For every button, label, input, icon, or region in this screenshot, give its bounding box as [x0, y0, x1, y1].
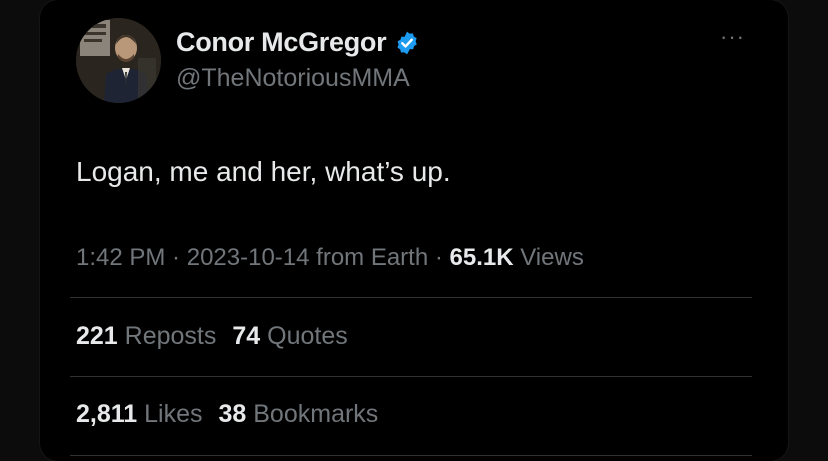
- tweet-date[interactable]: 2023-10-14: [187, 244, 310, 271]
- meta-separator: ·: [428, 244, 450, 271]
- bookmarks-label: Bookmarks: [246, 400, 379, 428]
- author-row: Conor McGregor: [176, 27, 420, 58]
- views-count: 65.1K: [449, 244, 514, 271]
- more-options-icon[interactable]: ···: [720, 26, 745, 48]
- bookmarks-link[interactable]: 38 Bookmarks: [219, 400, 379, 428]
- likes-link[interactable]: 2,811 Likes: [76, 400, 203, 428]
- verified-badge-icon: [394, 30, 420, 56]
- author-name[interactable]: Conor McGregor: [176, 27, 387, 58]
- reposts-label: Reposts: [117, 322, 217, 350]
- reposts-count: 221: [76, 322, 118, 350]
- likes-count: 2,811: [76, 400, 138, 428]
- tweet-time[interactable]: 1:42 PM: [76, 244, 165, 271]
- author-handle[interactable]: @TheNotoriousMMA: [176, 64, 410, 93]
- reposts-link[interactable]: 221 Reposts: [76, 322, 216, 350]
- views-label: Views: [513, 244, 584, 271]
- divider: [70, 297, 752, 298]
- avatar[interactable]: [76, 18, 161, 103]
- likes-label: Likes: [137, 400, 203, 428]
- tweet-source: from Earth: [309, 244, 429, 271]
- quotes-label: Quotes: [260, 322, 348, 350]
- tweet-metadata: 1:42 PM · 2023-10-14 from Earth · 65.1K …: [76, 244, 584, 272]
- quotes-link[interactable]: 74 Quotes: [232, 322, 347, 350]
- engagement-row-reposts: 221 Reposts 74 Quotes: [76, 322, 348, 351]
- divider: [70, 376, 752, 377]
- bookmarks-count: 38: [218, 400, 247, 428]
- tweet-card: Conor McGregor @TheNotoriousMMA ··· Loga…: [40, 0, 788, 461]
- tweet-text: Logan, me and her, what’s up.: [76, 156, 451, 187]
- divider: [70, 455, 752, 456]
- meta-separator: ·: [165, 244, 187, 271]
- engagement-row-likes: 2,811 Likes 38 Bookmarks: [76, 400, 378, 429]
- quotes-count: 74: [232, 322, 261, 350]
